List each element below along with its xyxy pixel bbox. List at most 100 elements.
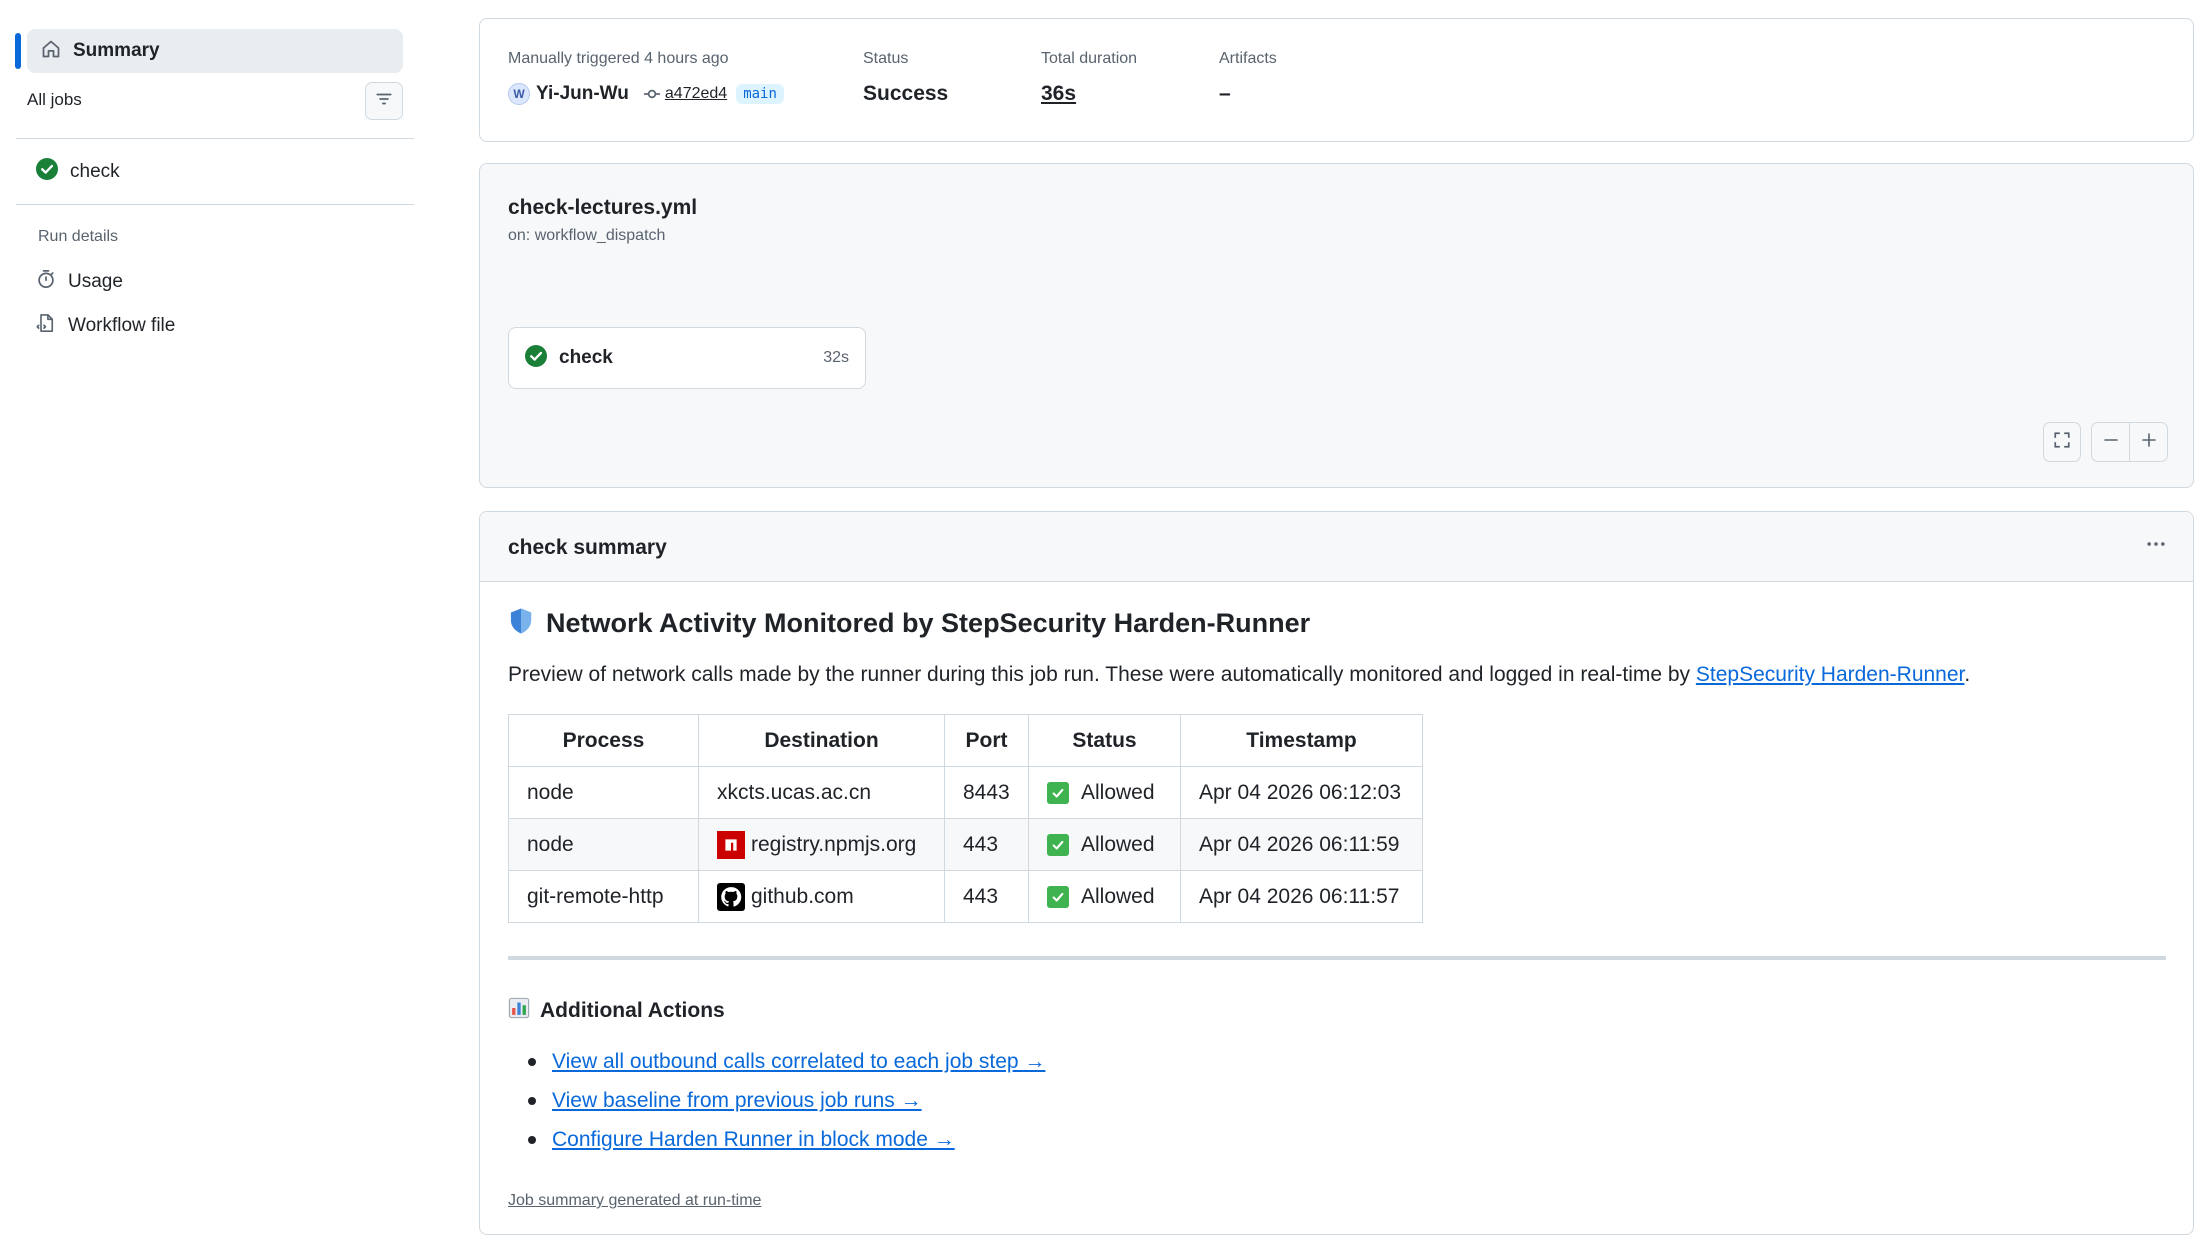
sidebar-item-label: Workflow file bbox=[68, 314, 176, 336]
stopwatch-icon bbox=[36, 269, 56, 294]
table-row: node registry.npmjs.org 443 Allowed Apr … bbox=[508, 818, 1423, 871]
active-indicator bbox=[15, 33, 21, 69]
network-heading: Network Activity Monitored by StepSecuri… bbox=[508, 607, 1310, 640]
workflow-file-name: check-lectures.yml bbox=[508, 196, 698, 219]
run-meta-card: Manually triggered 4 hours ago W Yi-Jun-… bbox=[479, 18, 2194, 142]
file-code-icon bbox=[36, 313, 56, 338]
list-item: Configure Harden Runner in block mode → bbox=[528, 1120, 1045, 1159]
duration-link[interactable]: 36s bbox=[1041, 82, 1076, 106]
sidebar-item-workflow-file[interactable]: Workflow file bbox=[36, 313, 175, 338]
preview-text: Preview of network calls made by the run… bbox=[508, 663, 1696, 686]
additional-actions-heading: Additional Actions bbox=[508, 997, 725, 1024]
block-mode-link[interactable]: Configure Harden Runner in block mode → bbox=[552, 1128, 955, 1152]
screen-full-icon bbox=[2053, 431, 2071, 454]
summary-footnote[interactable]: Job summary generated at run-time bbox=[508, 1192, 761, 1210]
column-header: Status bbox=[1028, 714, 1181, 767]
sidebar-item-label: Summary bbox=[73, 40, 160, 61]
preview-paragraph: Preview of network calls made by the run… bbox=[508, 663, 1970, 687]
process-cell: git-remote-http bbox=[508, 870, 699, 923]
section-divider bbox=[508, 956, 2166, 960]
sidebar: Summary All jobs check Run details Usage… bbox=[0, 0, 430, 1248]
git-commit-icon bbox=[643, 85, 661, 103]
workflow-graph-card: check-lectures.yml on: workflow_dispatch… bbox=[479, 163, 2194, 488]
table-header-row: Process Destination Port Status Timestam… bbox=[508, 714, 1423, 767]
filter-button[interactable] bbox=[365, 82, 403, 120]
all-jobs-heading: All jobs bbox=[27, 90, 82, 109]
avatar[interactable]: W bbox=[508, 83, 530, 105]
outbound-calls-link[interactable]: View all outbound calls correlated to ea… bbox=[552, 1050, 1045, 1074]
destination-cell: xkcts.ucas.ac.cn bbox=[698, 766, 945, 819]
sidebar-item-label: Usage bbox=[68, 270, 123, 292]
destination-text: registry.npmjs.org bbox=[751, 832, 917, 856]
status-cell: Allowed bbox=[1028, 870, 1181, 923]
job-summary-card: check summary Network Activity Monitored… bbox=[479, 511, 2194, 1235]
success-check-icon bbox=[525, 344, 547, 372]
success-check-icon bbox=[36, 158, 58, 185]
port-cell: 443 bbox=[944, 870, 1029, 923]
bar-chart-icon bbox=[508, 997, 530, 1024]
status-text: Allowed bbox=[1081, 884, 1155, 908]
sidebar-item-summary[interactable]: Summary bbox=[27, 29, 403, 73]
list-item: View baseline from previous job runs → bbox=[528, 1081, 1045, 1120]
shield-icon bbox=[508, 607, 534, 640]
divider bbox=[16, 138, 414, 139]
destination-cell: registry.npmjs.org bbox=[698, 818, 945, 871]
destination-text: github.com bbox=[751, 884, 854, 908]
action-links-list: View all outbound calls correlated to ea… bbox=[528, 1042, 1045, 1159]
status-text: Allowed bbox=[1081, 832, 1155, 856]
timestamp-cell: Apr 04 2026 06:11:59 bbox=[1180, 818, 1423, 871]
sidebar-item-check[interactable]: check bbox=[36, 158, 120, 185]
npm-icon bbox=[717, 830, 745, 859]
artifacts-label: Artifacts bbox=[1219, 50, 1277, 67]
zoom-in-button[interactable] bbox=[2129, 423, 2167, 461]
port-cell: 443 bbox=[944, 818, 1029, 871]
process-cell: node bbox=[508, 766, 699, 819]
summary-header: check summary bbox=[480, 512, 2193, 582]
home-icon bbox=[41, 39, 61, 64]
preview-end: . bbox=[1964, 663, 1971, 686]
more-options-button[interactable] bbox=[2139, 529, 2173, 563]
timestamp-cell: Apr 04 2026 06:12:03 bbox=[1180, 766, 1423, 819]
github-icon bbox=[717, 882, 745, 911]
artifacts-value: – bbox=[1219, 82, 1231, 105]
status-value: Success bbox=[863, 82, 949, 105]
job-node-duration: 32s bbox=[823, 349, 849, 366]
destination-text: xkcts.ucas.ac.cn bbox=[717, 780, 872, 804]
branch-badge[interactable]: main bbox=[736, 84, 784, 104]
network-heading-text: Network Activity Monitored by StepSecuri… bbox=[546, 608, 1311, 638]
column-header: Process bbox=[508, 714, 699, 767]
baseline-link[interactable]: View baseline from previous job runs → bbox=[552, 1089, 922, 1113]
check-mark-icon bbox=[1047, 781, 1069, 804]
table-row: git-remote-http github.com 443 Allowed A… bbox=[508, 870, 1423, 923]
run-details-heading: Run details bbox=[38, 228, 119, 245]
plus-icon bbox=[2141, 432, 2157, 453]
status-text: Allowed bbox=[1081, 780, 1155, 804]
commit-sha-link[interactable]: a472ed4 bbox=[665, 85, 727, 103]
check-mark-icon bbox=[1047, 885, 1069, 908]
trigger-text: Manually triggered 4 hours ago bbox=[508, 50, 729, 67]
column-header: Timestamp bbox=[1180, 714, 1423, 767]
zoom-out-button[interactable] bbox=[2092, 423, 2129, 461]
summary-title: check summary bbox=[508, 536, 667, 559]
actor-name[interactable]: Yi-Jun-Wu bbox=[536, 83, 629, 105]
timestamp-cell: Apr 04 2026 06:11:57 bbox=[1180, 870, 1423, 923]
destination-cell: github.com bbox=[698, 870, 945, 923]
status-cell: Allowed bbox=[1028, 766, 1181, 819]
table-row: node xkcts.ucas.ac.cn 8443 Allowed Apr 0… bbox=[508, 766, 1423, 819]
divider bbox=[16, 204, 414, 205]
process-cell: node bbox=[508, 818, 699, 871]
actor-row: W Yi-Jun-Wu a472ed4 main bbox=[508, 83, 784, 105]
zoom-controls bbox=[2091, 422, 2168, 462]
job-node-label: check bbox=[559, 347, 613, 368]
fullscreen-button[interactable] bbox=[2043, 422, 2081, 462]
job-node-check[interactable]: check 32s bbox=[508, 327, 866, 389]
kebab-horizontal-icon bbox=[2145, 533, 2167, 560]
column-header: Port bbox=[944, 714, 1029, 767]
status-label: Status bbox=[863, 50, 909, 67]
sidebar-item-usage[interactable]: Usage bbox=[36, 269, 123, 294]
duration-label: Total duration bbox=[1041, 50, 1138, 67]
network-calls-table: Process Destination Port Status Timestam… bbox=[508, 714, 1423, 923]
status-cell: Allowed bbox=[1028, 818, 1181, 871]
check-mark-icon bbox=[1047, 833, 1069, 856]
harden-runner-link[interactable]: StepSecurity Harden-Runner bbox=[1696, 663, 1964, 686]
